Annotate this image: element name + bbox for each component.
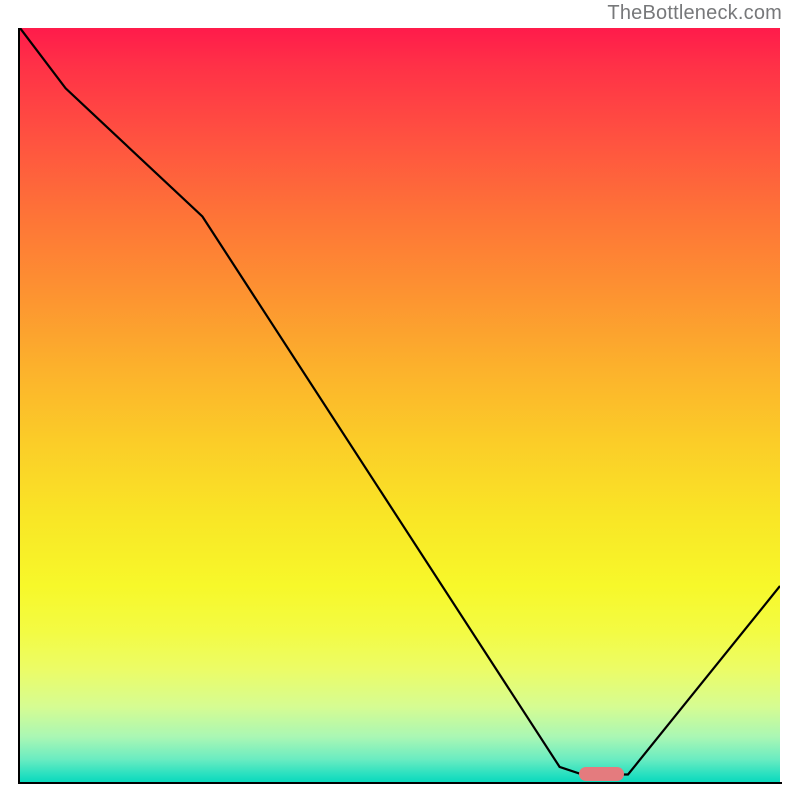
chart-plot-area bbox=[20, 28, 780, 782]
y-axis-line bbox=[18, 28, 20, 784]
watermark-text: TheBottleneck.com bbox=[607, 2, 782, 25]
optimal-marker bbox=[579, 767, 625, 781]
x-axis-line bbox=[18, 782, 782, 784]
